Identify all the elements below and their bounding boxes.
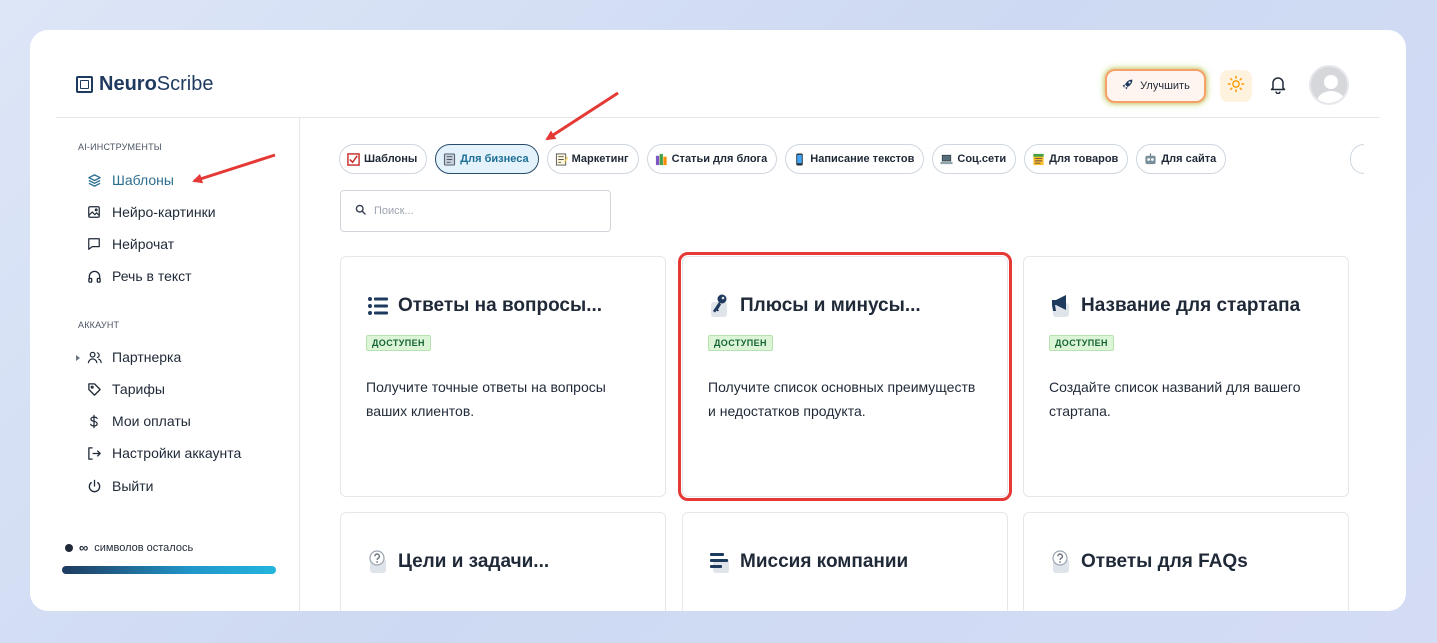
question-icon <box>1049 549 1073 575</box>
megaphone-icon <box>1049 293 1073 319</box>
question-icon <box>366 549 390 575</box>
category-pill-blog-articles[interactable]: Статьи для блога <box>646 144 778 174</box>
sidebar-item-speech-to-text[interactable]: Речь в текст <box>86 266 192 286</box>
logo-text: NeuroScribe <box>99 73 214 95</box>
checkbox-icon <box>347 152 360 166</box>
rocket-icon <box>1121 78 1134 94</box>
notebook-icon <box>444 152 456 166</box>
bell-icon <box>1268 74 1288 99</box>
sidebar-section-account: АККАУНТ <box>78 320 120 330</box>
ledger-icon <box>1033 153 1044 165</box>
template-card-faqs[interactable]: Ответы для FAQs <box>1023 512 1349 611</box>
sidebar-item-neuro-chat[interactable]: Нейрочат <box>86 234 174 254</box>
sidebar-item-tariffs[interactable]: Тарифы <box>86 379 165 399</box>
quota-dot <box>65 543 73 552</box>
layers-icon <box>86 172 102 188</box>
app-window: NeuroScribe Улучшить AI-ИНСТРУМЕНТЫ Шабл… <box>30 30 1406 611</box>
status-badge: ДОСТУПЕН <box>366 335 431 351</box>
category-pill-products[interactable]: Для товаров <box>1024 144 1129 174</box>
search-input[interactable] <box>374 205 594 217</box>
template-card-goals[interactable]: Цели и задачи... <box>340 512 666 611</box>
dollar-icon <box>86 413 102 429</box>
category-pill-copywriting[interactable]: Написание текстов <box>785 144 925 174</box>
theme-toggle-button[interactable] <box>1220 70 1252 102</box>
template-card-company-mission[interactable]: Миссия компании <box>682 512 1008 611</box>
status-badge: ДОСТУПЕН <box>708 335 773 351</box>
sidebar-section-tools: AI-ИНСТРУМЕНТЫ <box>78 142 162 152</box>
sidebar-item-neuro-images[interactable]: Нейро-картинки <box>86 202 216 222</box>
tag-icon <box>86 381 102 397</box>
template-card-faq-answers[interactable]: Ответы на вопросы... ДОСТУПЕН Получите т… <box>340 256 666 497</box>
logo-icon <box>76 76 93 93</box>
sidebar-item-templates[interactable]: Шаблоны <box>86 170 174 190</box>
power-icon <box>86 478 102 494</box>
category-pill-templates[interactable]: Шаблоны <box>339 144 428 174</box>
header-divider <box>56 117 1380 118</box>
card-description: Создайте список названий для вашего стар… <box>1049 379 1301 419</box>
symbols-quota: ∞ символов осталось <box>65 540 193 555</box>
sidebar-item-logout[interactable]: Выйти <box>86 476 153 496</box>
search-icon <box>355 202 366 220</box>
category-filter-bar: Шаблоны Для бизнеса Маркетинг Статьи для… <box>339 144 1227 174</box>
logo[interactable]: NeuroScribe <box>76 73 214 96</box>
text-lines-icon <box>708 549 732 575</box>
headphones-icon <box>86 268 102 284</box>
users-icon <box>86 349 102 365</box>
key-icon <box>708 293 732 319</box>
memo-icon <box>555 152 568 166</box>
sidebar-item-payments[interactable]: Мои оплаты <box>86 411 191 431</box>
robot-icon <box>1145 152 1156 164</box>
category-pill-website[interactable]: Для сайта <box>1136 144 1227 174</box>
category-pill-business[interactable]: Для бизнеса <box>435 144 539 174</box>
phone-icon <box>796 152 804 166</box>
quota-progress-bar <box>62 566 276 574</box>
books-icon <box>655 153 667 165</box>
upgrade-button[interactable]: Улучшить <box>1105 69 1206 103</box>
category-pill-marketing[interactable]: Маркетинг <box>546 144 639 174</box>
template-card-startup-name[interactable]: Название для стартапа ДОСТУПЕН Создайте … <box>1023 256 1349 497</box>
chat-icon <box>86 236 102 252</box>
expand-caret-icon[interactable] <box>76 355 80 361</box>
sidebar-divider <box>299 117 300 611</box>
status-badge: ДОСТУПЕН <box>1049 335 1114 351</box>
logout-arrow-icon <box>86 445 102 461</box>
sidebar-item-account-settings[interactable]: Настройки аккаунта <box>86 443 241 463</box>
notifications-button[interactable] <box>1266 74 1290 98</box>
image-icon <box>86 204 102 220</box>
category-pill-overflow[interactable] <box>1350 144 1364 174</box>
card-description: Получите точные ответы на вопросы ваших … <box>366 379 606 419</box>
sun-icon <box>1227 75 1245 98</box>
sidebar-item-partners[interactable]: Партнерка <box>86 347 181 367</box>
card-description: Получите список основных преимуществ и н… <box>708 379 976 419</box>
user-avatar[interactable] <box>1309 65 1349 105</box>
template-card-pros-cons[interactable]: Плюсы и минусы... ДОСТУПЕН Получите спис… <box>678 252 1012 501</box>
laptop-icon <box>940 154 953 164</box>
category-pill-social[interactable]: Соц.сети <box>932 144 1017 174</box>
list-icon <box>366 293 390 319</box>
search-box[interactable] <box>340 190 611 232</box>
